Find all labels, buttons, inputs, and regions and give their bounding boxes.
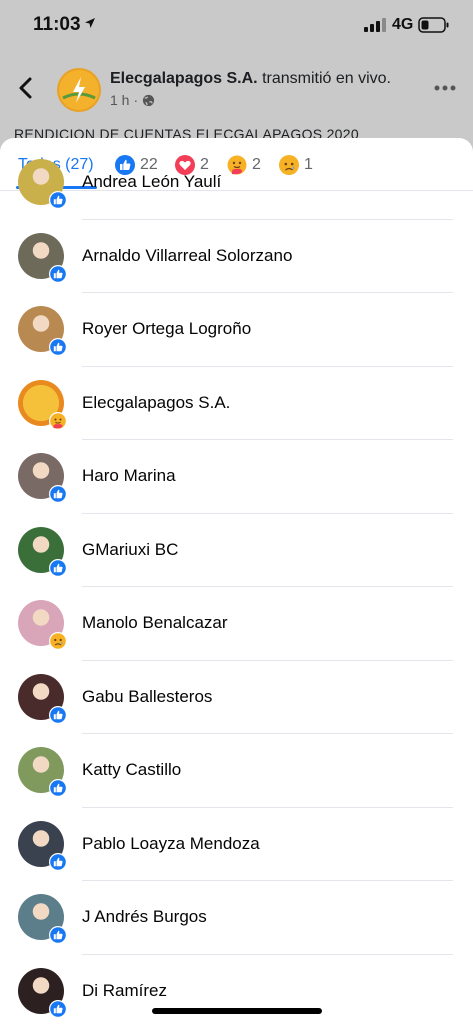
post-age: 1 h <box>110 92 130 108</box>
like-icon <box>49 999 67 1018</box>
like-icon <box>49 926 67 944</box>
post-header: Elecgalapagos S.A. transmitió en vivo. 1… <box>0 52 473 142</box>
reaction-row[interactable]: Royer Ortega Logroño <box>0 293 473 367</box>
reactor-name[interactable]: Di Ramírez <box>82 981 167 1001</box>
reactor-name[interactable]: J Andrés Burgos <box>82 907 207 927</box>
reaction-row[interactable]: Arnaldo Villarreal Solorzano <box>0 220 473 293</box>
status-bar: 11:03 4G <box>0 0 473 52</box>
reaction-row[interactable]: Pablo Loayza Mendoza <box>0 808 473 881</box>
like-icon <box>49 191 67 209</box>
post-action-text: transmitió en vivo. <box>262 70 391 87</box>
reactor-name[interactable]: Haro Marina <box>82 466 176 486</box>
home-indicator[interactable] <box>152 1008 322 1014</box>
reaction-row[interactable]: Elecgalapagos S.A. <box>0 367 473 440</box>
like-icon <box>49 779 67 797</box>
post-meta: 1 h · <box>110 92 155 108</box>
page-avatar[interactable] <box>57 68 101 112</box>
like-icon <box>49 485 67 503</box>
care-icon <box>49 411 67 430</box>
like-icon <box>49 705 67 724</box>
reaction-row[interactable]: Katty Castillo <box>0 734 473 808</box>
reaction-row[interactable]: Manolo Benalcazar <box>0 587 473 661</box>
battery-icon <box>418 17 449 33</box>
reactor-name[interactable]: Andrea León Yaulí <box>82 172 221 192</box>
like-icon <box>49 558 67 577</box>
post-title: Elecgalapagos S.A. transmitió en vivo. <box>110 70 391 88</box>
reactor-name[interactable]: Royer Ortega Logroño <box>82 319 251 339</box>
reactor-name[interactable]: Elecgalapagos S.A. <box>82 393 230 413</box>
like-icon <box>49 852 67 871</box>
network-type: 4G <box>392 16 414 33</box>
like-icon <box>49 264 67 283</box>
like-icon <box>49 338 67 356</box>
reaction-row[interactable]: Gabu Ballesteros <box>0 661 473 734</box>
reactor-name[interactable]: Arnaldo Villarreal Solorzano <box>82 246 292 266</box>
sad-icon <box>49 632 67 650</box>
reaction-row[interactable]: Haro Marina <box>0 440 473 514</box>
reaction-row[interactable]: Andrea León Yaulí <box>0 146 473 220</box>
reactions-sheet: Todas (27) 22 2 2 <box>0 138 473 1024</box>
status-time: 11:03 <box>33 14 81 35</box>
reactor-name[interactable]: Pablo Loayza Mendoza <box>82 834 260 854</box>
meta-separator: · <box>133 92 139 108</box>
location-arrow-icon <box>85 18 95 28</box>
more-options-icon[interactable] <box>434 85 456 91</box>
back-chevron-icon[interactable] <box>16 76 36 100</box>
reactor-name[interactable]: Manolo Benalcazar <box>82 613 228 633</box>
reactor-name[interactable]: Gabu Ballesteros <box>82 687 212 707</box>
reaction-row[interactable]: GMariuxi BC <box>0 514 473 587</box>
globe-icon <box>143 94 155 106</box>
post-page-name[interactable]: Elecgalapagos S.A. <box>110 70 258 87</box>
reaction-row[interactable]: J Andrés Burgos <box>0 881 473 955</box>
signal-strength-icon <box>364 18 386 32</box>
reactor-name[interactable]: GMariuxi BC <box>82 540 178 560</box>
reactor-name[interactable]: Katty Castillo <box>82 760 181 780</box>
